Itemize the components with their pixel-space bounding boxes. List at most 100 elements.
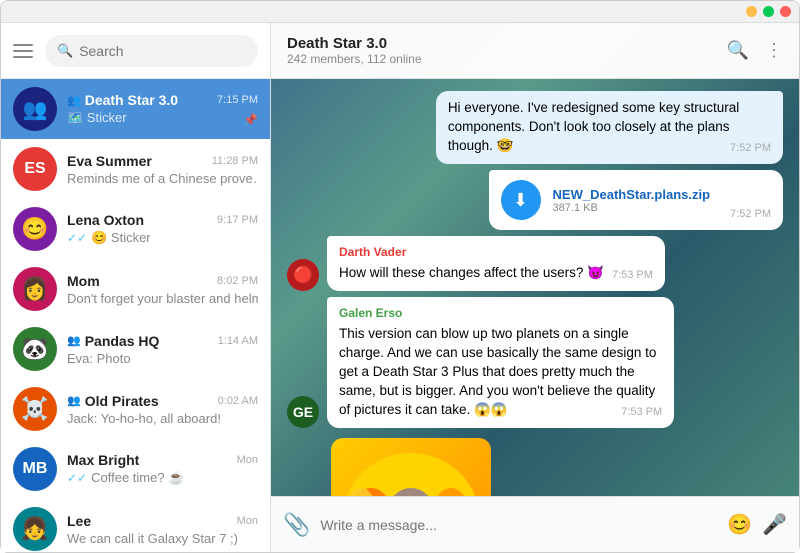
chat-name: 👥 Death Star 3.0 <box>67 92 178 108</box>
sender-name: Galen Erso <box>339 305 662 322</box>
sidebar: 🔍 👥 👥 Death Star 3.0 7:15 PM <box>1 23 271 552</box>
avatar: 👩 <box>13 267 57 311</box>
search-input[interactable] <box>79 43 246 59</box>
chat-header-actions: 🔍 ⋮ <box>727 40 783 61</box>
chat-header-info: Death Star 3.0 242 members, 112 online <box>287 35 422 66</box>
avatar: 🐼 <box>13 327 57 371</box>
group-icon: 👥 <box>67 334 81 347</box>
search-chat-icon[interactable]: 🔍 <box>727 40 749 61</box>
sticker-bubble <box>327 434 495 496</box>
chat-item-lena[interactable]: 😊 Lena Oxton 9:17 PM ✓✓ 😊 Sticker <box>1 199 270 259</box>
message-bubble-galen: Galen Erso This version can blow up two … <box>327 297 674 428</box>
search-icon: 🔍 <box>57 43 73 59</box>
messages-area: Hi everyone. I've redesigned some key st… <box>271 79 799 496</box>
chat-info: Mom 8:02 PM Don't forget your blaster an… <box>67 273 258 306</box>
chat-info: Eva Summer 11:28 PM Reminds me of a Chin… <box>67 153 258 186</box>
menu-button[interactable] <box>13 44 33 58</box>
avatar: GE <box>287 396 319 428</box>
check-icon: ✓✓ <box>67 231 87 245</box>
main-layout: 🔍 👥 👥 Death Star 3.0 7:15 PM <box>1 23 799 552</box>
chat-info: 👥 Pandas HQ 1:14 AM Eva: Photo <box>67 333 258 366</box>
chat-preview: Don't forget your blaster and helmet <box>67 291 258 306</box>
message-row: Hi everyone. I've redesigned some key st… <box>287 91 783 164</box>
more-options-icon[interactable]: ⋮ <box>765 40 783 61</box>
chat-time: Mon <box>237 515 258 527</box>
chat-subtitle: 242 members, 112 online <box>287 52 422 66</box>
message-text: Hi everyone. I've redesigned some key st… <box>448 100 739 153</box>
close-button[interactable] <box>780 6 791 17</box>
file-size: 387.1 KB <box>553 202 710 214</box>
chat-item-pirates[interactable]: ☠️ 👥 Old Pirates 0:02 AM Jack: Yo-ho-ho,… <box>1 379 270 439</box>
chat-item-eva[interactable]: ES Eva Summer 11:28 PM Reminds me of a C… <box>1 139 270 199</box>
chat-header: Death Star 3.0 242 members, 112 online 🔍… <box>271 23 799 79</box>
chat-name: Mom <box>67 273 100 289</box>
chat-item-mom[interactable]: 👩 Mom 8:02 PM Don't forget your blaster … <box>1 259 270 319</box>
chat-item-max[interactable]: MB Max Bright Mon ✓✓ Coffee time? ☕ <box>1 439 270 499</box>
avatar: 👥 <box>13 87 57 131</box>
file-bubble: ⬇ NEW_DeathStar.plans.zip 387.1 KB 7:52 … <box>489 170 783 230</box>
maximize-button[interactable] <box>763 6 774 17</box>
attach-icon[interactable]: 📎 <box>283 512 310 538</box>
chat-preview: Eva: Photo <box>67 351 258 366</box>
message-text: This version can blow up two planets on … <box>339 326 656 417</box>
chat-item-death-star[interactable]: 👥 👥 Death Star 3.0 7:15 PM 🗺️ Sticker 📌 <box>1 79 270 139</box>
group-icon: 👥 <box>67 94 81 107</box>
pin-icon: 📌 <box>243 113 258 127</box>
sender-name: Darth Vader <box>339 244 653 261</box>
message-bubble-darth: Darth Vader How will these changes affec… <box>327 236 665 291</box>
title-bar <box>1 1 799 23</box>
message-row-darth: 🔴 Darth Vader How will these changes aff… <box>287 236 783 291</box>
chat-preview: We can call it Galaxy Star 7 ;) <box>67 531 258 546</box>
chat-item-pandas[interactable]: 🐼 👥 Pandas HQ 1:14 AM Eva: Photo <box>1 319 270 379</box>
chat-name: 👥 Pandas HQ <box>67 333 159 349</box>
avatar: 😊 <box>13 207 57 251</box>
chat-time: 9:17 PM <box>217 214 258 226</box>
chat-time: 1:14 AM <box>218 335 258 347</box>
message-row-sticker: GE <box>287 434 783 496</box>
chat-item-lee[interactable]: 👧 Lee Mon We can call it Galaxy Star 7 ;… <box>1 499 270 552</box>
group-icon: 👥 <box>67 394 81 407</box>
message-text: How will these changes affect the users?… <box>339 265 604 280</box>
emoji-icon[interactable]: 😊 <box>727 512 752 537</box>
chat-time: 8:02 PM <box>217 275 258 287</box>
sticker-image <box>331 438 491 496</box>
avatar: ☠️ <box>13 387 57 431</box>
minimize-button[interactable] <box>746 6 757 17</box>
chat-time: 7:15 PM <box>217 94 258 106</box>
chat-preview: ✓✓ Coffee time? ☕ <box>67 470 258 486</box>
chat-info: 👥 Old Pirates 0:02 AM Jack: Yo-ho-ho, al… <box>67 393 258 426</box>
input-bar: 📎 😊 🎤 <box>271 496 799 552</box>
chat-area: Death Star 3.0 242 members, 112 online 🔍… <box>271 23 799 552</box>
chat-title: Death Star 3.0 <box>287 35 422 52</box>
chat-name: Lee <box>67 513 91 529</box>
chat-preview: Jack: Yo-ho-ho, all aboard! <box>67 411 258 426</box>
check-icon: ✓✓ <box>67 471 87 485</box>
sidebar-header: 🔍 <box>1 23 270 79</box>
file-info: NEW_DeathStar.plans.zip 387.1 KB <box>553 187 710 214</box>
avatar: MB <box>13 447 57 491</box>
download-icon[interactable]: ⬇ <box>501 180 541 220</box>
file-name: NEW_DeathStar.plans.zip <box>553 187 710 202</box>
chat-time: 11:28 PM <box>212 155 258 167</box>
message-row-file: ⬇ NEW_DeathStar.plans.zip 387.1 KB 7:52 … <box>287 170 783 230</box>
message-time: 7:52 PM <box>730 141 771 156</box>
chat-list: 👥 👥 Death Star 3.0 7:15 PM 🗺️ Sticker 📌 <box>1 79 270 552</box>
chat-name: Max Bright <box>67 452 139 468</box>
chat-preview: 🗺️ Sticker <box>67 110 258 126</box>
message-input[interactable] <box>320 517 717 533</box>
chat-time: Mon <box>237 454 258 466</box>
message-row-galen: GE Galen Erso This version can blow up t… <box>287 297 783 428</box>
avatar: 👧 <box>13 507 57 551</box>
message-time: 7:53 PM <box>612 268 653 283</box>
chat-info: 👥 Death Star 3.0 7:15 PM 🗺️ Sticker <box>67 92 258 126</box>
chat-preview: ✓✓ 😊 Sticker <box>67 230 258 246</box>
message-time: 7:53 PM <box>621 405 662 420</box>
search-box[interactable]: 🔍 <box>45 35 258 67</box>
mic-icon[interactable]: 🎤 <box>762 512 787 537</box>
message-bubble-outgoing: Hi everyone. I've redesigned some key st… <box>436 91 783 164</box>
chat-name: Eva Summer <box>67 153 152 169</box>
avatar: 🔴 <box>287 259 319 291</box>
chat-info: Max Bright Mon ✓✓ Coffee time? ☕ <box>67 452 258 486</box>
chat-name: 👥 Old Pirates <box>67 393 159 409</box>
chat-info: Lena Oxton 9:17 PM ✓✓ 😊 Sticker <box>67 212 258 246</box>
